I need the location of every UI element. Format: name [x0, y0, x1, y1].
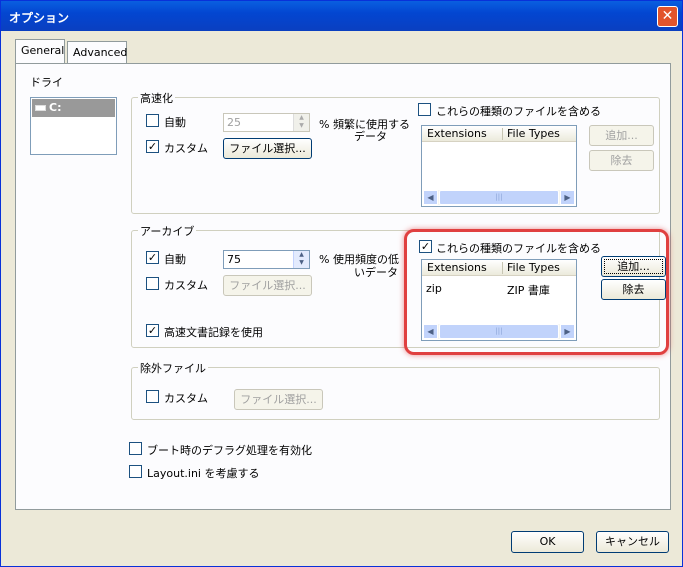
spin-up-icon[interactable]: ▲ [294, 251, 309, 259]
speed-extensions-list[interactable]: Extensions File Types ◀ ||| ▶ [421, 125, 577, 207]
layout-ini-label: Layout.ini を考慮する [147, 467, 260, 480]
speed-include-label: これらの種類のファイルを含める [436, 105, 601, 118]
archive-custom-checkbox[interactable] [146, 277, 159, 290]
options-dialog: オプション ✕ General Advanced ドライ C: 高速化 自動 2… [0, 0, 683, 567]
close-button[interactable]: ✕ [657, 6, 678, 27]
window-title: オプション [9, 11, 70, 25]
archive-auto-checkbox[interactable]: ✓ [146, 251, 159, 264]
archive-group-title: アーカイブ [138, 223, 197, 239]
speed-auto-spinner[interactable]: 25 ▲ ▼ [223, 113, 310, 132]
drive-list[interactable]: C: [30, 97, 117, 155]
archive-auto-spinner[interactable]: 75 ▲ ▼ [223, 250, 310, 269]
col-extensions[interactable]: Extensions [427, 127, 487, 140]
exclude-group-title: 除外ファイル [138, 360, 208, 376]
col-file-types[interactable]: File Types [507, 127, 560, 140]
check-icon: ✓ [147, 324, 158, 337]
archive-auto-label: 自動 [164, 253, 186, 266]
exclude-custom-checkbox[interactable] [146, 390, 159, 403]
speed-auto-label: 自動 [164, 116, 186, 129]
drive-item-c[interactable]: C: [32, 99, 115, 117]
scroll-left-icon[interactable]: ◀ [423, 190, 438, 205]
cancel-button[interactable]: キャンセル [596, 531, 669, 553]
check-icon: ✓ [147, 251, 158, 264]
speed-desc-2: データ [354, 130, 387, 143]
speed-file-select-button[interactable]: ファイル選択... [223, 138, 312, 159]
speed-auto-value: 25 [227, 116, 241, 129]
speed-include-checkbox[interactable] [418, 103, 431, 116]
speed-hscrollbar[interactable]: ◀ ||| ▶ [423, 190, 575, 205]
boot-defrag-checkbox[interactable] [129, 442, 142, 455]
check-icon: ✓ [147, 140, 158, 153]
archive-custom-label: カスタム [164, 279, 208, 292]
exclude-custom-label: カスタム [164, 392, 208, 405]
drive-icon [35, 105, 46, 111]
speed-auto-checkbox[interactable] [146, 114, 159, 127]
highlight-annotation [404, 229, 669, 355]
archive-desc-2: いデータ [354, 266, 398, 279]
spin-up-icon[interactable]: ▲ [294, 114, 309, 122]
scroll-thumb[interactable]: ||| [439, 190, 559, 205]
speed-custom-label: カスタム [164, 142, 208, 155]
speed-remove-button[interactable]: 除去 [589, 150, 654, 171]
archive-log-label: 高速文書記録を使用 [164, 326, 263, 339]
scroll-right-icon[interactable]: ▶ [560, 190, 575, 205]
boot-defrag-label: ブート時のデフラグ処理を有効化 [147, 444, 312, 457]
spin-down-icon[interactable]: ▼ [294, 259, 309, 267]
tab-general[interactable]: General [15, 39, 65, 63]
title-bar[interactable]: オプション ✕ [1, 1, 682, 31]
ok-button[interactable]: OK [511, 531, 584, 553]
tab-advanced[interactable]: Advanced [67, 41, 127, 63]
speed-custom-checkbox[interactable]: ✓ [146, 140, 159, 153]
speed-group-title: 高速化 [138, 90, 175, 106]
speed-add-button[interactable]: 追加... [589, 125, 654, 146]
exclude-file-select-button[interactable]: ファイル選択... [234, 389, 323, 410]
drive-item-label: C: [49, 101, 62, 114]
archive-auto-value: 75 [227, 253, 241, 266]
exclude-group: 除外ファイル カスタム ファイル選択... [131, 360, 660, 420]
archive-file-select-button[interactable]: ファイル選択... [223, 275, 312, 296]
spin-down-icon[interactable]: ▼ [294, 122, 309, 130]
archive-log-checkbox[interactable]: ✓ [146, 324, 159, 337]
layout-ini-checkbox[interactable] [129, 465, 142, 478]
speed-group: 高速化 自動 25 ▲ ▼ % 頻繁に使用する データ ✓ カスタム ファイル選択… [131, 90, 660, 214]
drive-label: ドライ [30, 76, 63, 89]
